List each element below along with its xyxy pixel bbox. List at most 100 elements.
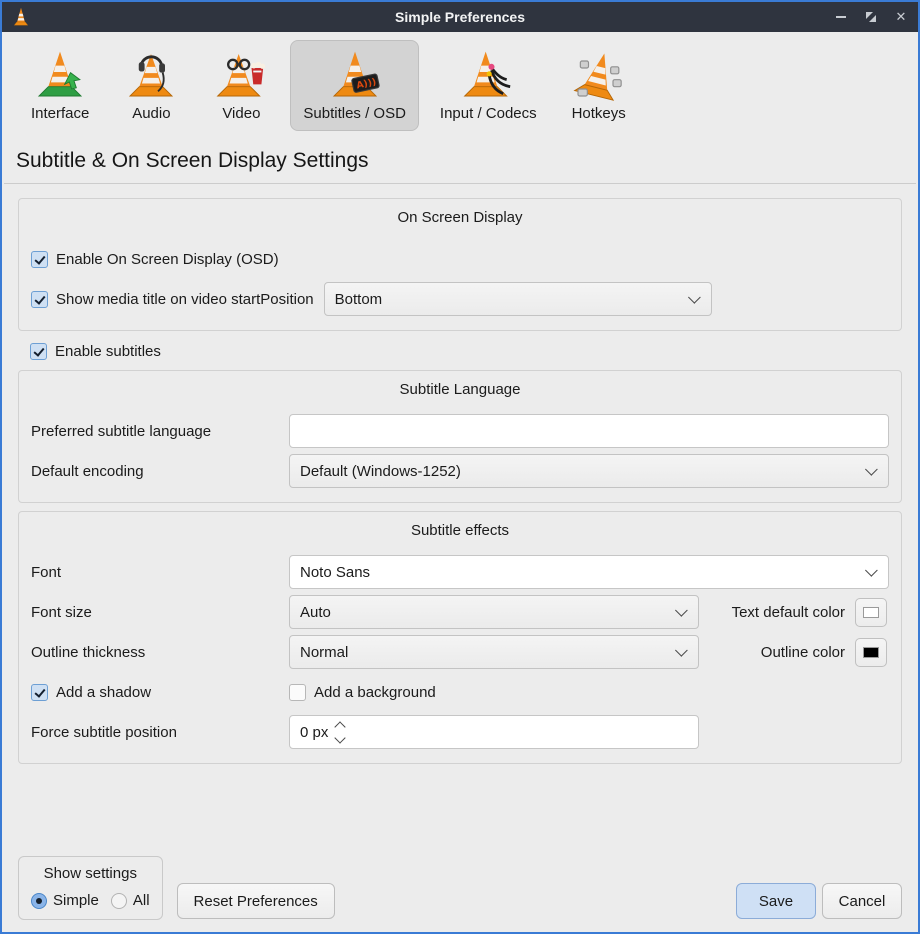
preferred-language-input[interactable] [289, 414, 889, 448]
subtitles-cone-icon: A))) [327, 47, 383, 103]
tab-label: Input / Codecs [440, 105, 537, 122]
preferred-language-label: Preferred subtitle language [31, 423, 289, 440]
titlebar: Simple Preferences ✕ [2, 2, 918, 32]
radio-unselected-icon [111, 893, 127, 909]
tab-input-codecs[interactable]: Input / Codecs [427, 40, 550, 131]
tab-hotkeys[interactable]: Hotkeys [558, 40, 640, 131]
checkbox-checked-icon [31, 291, 48, 308]
outline-thickness-label: Outline thickness [31, 644, 289, 661]
radio-simple-label: Simple [53, 892, 99, 909]
tab-subtitles-osd[interactable]: A))) Subtitles / OSD [290, 40, 419, 131]
preferences-toolbar: Interface Audio [2, 32, 918, 135]
font-label: Font [31, 564, 289, 581]
add-shadow-checkbox[interactable]: Add a shadow [31, 684, 289, 701]
subtitle-effects-groupbox: Subtitle effects Font Noto Sans Font siz… [18, 511, 902, 764]
checkbox-checked-icon [31, 251, 48, 268]
audio-cone-icon [123, 47, 179, 103]
tab-video[interactable]: Video [200, 40, 282, 131]
chevron-down-icon [675, 644, 688, 657]
chevron-down-icon [675, 604, 688, 617]
show-settings-groupbox: Show settings Simple All [18, 856, 163, 920]
radio-simple[interactable]: Simple [31, 892, 99, 909]
font-size-label: Font size [31, 604, 289, 621]
checkbox-checked-icon [31, 684, 48, 701]
reset-preferences-button[interactable]: Reset Preferences [177, 883, 335, 919]
enable-subtitles-checkbox[interactable]: Enable subtitles [30, 343, 890, 360]
hotkeys-cone-icon [571, 47, 627, 103]
osd-group-title: On Screen Display [31, 207, 889, 236]
osd-groupbox: On Screen Display Enable On Screen Displ… [18, 198, 902, 331]
tab-label: Video [222, 105, 260, 122]
enable-osd-label: Enable On Screen Display (OSD) [56, 251, 279, 268]
radio-selected-icon [31, 893, 47, 909]
minimize-button[interactable] [834, 10, 848, 24]
chevron-down-icon [865, 463, 878, 476]
font-row: Font Noto Sans [31, 555, 889, 589]
subtitle-effects-title: Subtitle effects [31, 520, 889, 549]
add-shadow-label: Add a shadow [56, 684, 151, 701]
force-position-label: Force subtitle position [31, 724, 289, 741]
media-title-row: Show media title on video start Position… [31, 282, 889, 316]
page-title: Subtitle & On Screen Display Settings [2, 135, 918, 183]
checkbox-unchecked-icon [289, 684, 306, 701]
interface-cone-icon [32, 47, 88, 103]
font-value: Noto Sans [300, 564, 861, 581]
position-select[interactable]: Bottom [324, 282, 712, 316]
chevron-down-icon [688, 291, 701, 304]
font-size-row: Font size Auto Text default color [31, 595, 889, 629]
content-area: On Screen Display Enable On Screen Displ… [2, 184, 918, 932]
text-color-picker-button[interactable] [855, 598, 887, 627]
position-value: Bottom [335, 291, 684, 308]
tab-label: Interface [31, 105, 89, 122]
reset-wrap: Reset Preferences [177, 883, 335, 920]
show-settings-title: Show settings [31, 865, 150, 882]
show-media-title-checkbox[interactable]: Show media title on video start [31, 291, 260, 308]
preferred-language-row: Preferred subtitle language [31, 414, 889, 448]
enable-subtitles-label: Enable subtitles [55, 343, 161, 360]
position-label: Position [260, 291, 313, 308]
add-background-label: Add a background [314, 684, 436, 701]
simple-preferences-window: Simple Preferences ✕ Interface [0, 0, 920, 934]
subtitle-language-title: Subtitle Language [31, 379, 889, 408]
text-color-swatch [863, 607, 879, 618]
tab-label: Hotkeys [572, 105, 626, 122]
radio-all-label: All [133, 892, 150, 909]
cancel-button[interactable]: Cancel [822, 883, 902, 919]
close-button[interactable]: ✕ [894, 10, 908, 24]
footer-bar: Show settings Simple All Reset Preferenc… [18, 856, 902, 932]
restore-button[interactable] [864, 10, 878, 24]
save-button[interactable]: Save [736, 883, 816, 919]
outline-color-picker-button[interactable] [855, 638, 887, 667]
spin-down-icon [335, 732, 346, 743]
subtitle-language-groupbox: Subtitle Language Preferred subtitle lan… [18, 370, 902, 503]
show-media-title-label: Show media title on video start [56, 291, 260, 308]
force-position-value: 0 px [300, 724, 328, 741]
window-title: Simple Preferences [2, 9, 918, 25]
window-controls: ✕ [834, 10, 908, 24]
enable-osd-checkbox[interactable]: Enable On Screen Display (OSD) [31, 251, 279, 268]
default-encoding-label: Default encoding [31, 463, 289, 480]
force-position-spinbox[interactable]: 0 px [289, 715, 699, 749]
chevron-down-icon [865, 564, 878, 577]
default-encoding-select[interactable]: Default (Windows-1252) [289, 454, 889, 488]
add-background-checkbox[interactable]: Add a background [289, 684, 436, 701]
video-cone-icon [213, 47, 269, 103]
outline-thickness-row: Outline thickness Normal Outline color [31, 635, 889, 669]
enable-osd-row: Enable On Screen Display (OSD) [31, 242, 889, 276]
shadow-background-row: Add a shadow Add a background [31, 675, 889, 709]
tab-interface[interactable]: Interface [18, 40, 102, 131]
outline-thickness-value: Normal [300, 644, 671, 661]
font-size-select[interactable]: Auto [289, 595, 699, 629]
input-codecs-cone-icon [460, 47, 516, 103]
text-default-color-label: Text default color [732, 604, 845, 621]
restore-icon [865, 11, 877, 23]
outline-thickness-select[interactable]: Normal [289, 635, 699, 669]
default-encoding-value: Default (Windows-1252) [300, 463, 861, 480]
dialog-actions: Save Cancel [736, 883, 902, 920]
default-encoding-row: Default encoding Default (Windows-1252) [31, 454, 889, 488]
radio-all[interactable]: All [111, 892, 150, 909]
outline-color-label: Outline color [761, 644, 845, 661]
tab-audio[interactable]: Audio [110, 40, 192, 131]
font-select[interactable]: Noto Sans [289, 555, 889, 589]
spinner-arrows[interactable] [336, 723, 344, 742]
